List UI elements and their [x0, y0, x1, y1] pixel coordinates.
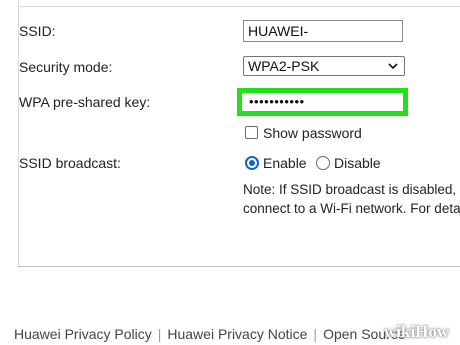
- security-mode-select[interactable]: WPA2-PSK: [243, 56, 405, 76]
- ssid-label: SSID:: [19, 23, 56, 39]
- show-password-label[interactable]: Show password: [263, 125, 362, 141]
- footer-separator: |: [313, 326, 318, 342]
- security-mode-value: WPA2-PSK: [248, 58, 320, 74]
- chevron-down-icon: [388, 63, 398, 70]
- top-divider: [18, 6, 460, 7]
- note-line-1: Note: If SSID broadcast is disabled,: [243, 182, 457, 197]
- psk-masked-value: •••••••••••: [249, 94, 305, 109]
- psk-label: WPA pre-shared key:: [19, 94, 151, 110]
- enable-radio[interactable]: [245, 156, 259, 170]
- security-mode-label: Security mode:: [19, 59, 113, 75]
- bottom-divider: [18, 266, 460, 267]
- footer-links: Huawei Privacy Policy | Huawei Privacy Not…: [14, 326, 406, 342]
- wikihow-watermark: wikiHow: [384, 322, 450, 341]
- note-line-2: connect to a Wi-Fi network. For deta: [243, 201, 460, 216]
- privacy-notice-link[interactable]: Huawei Privacy Notice: [167, 326, 307, 342]
- privacy-policy-link[interactable]: Huawei Privacy Policy: [14, 326, 152, 342]
- footer-separator: |: [157, 326, 162, 342]
- ssid-input[interactable]: HUAWEI-: [243, 20, 403, 42]
- ssid-broadcast-label: SSID broadcast:: [19, 155, 121, 171]
- left-border: [18, 0, 19, 268]
- broadcast-note: Note: If SSID broadcast is disabled, con…: [243, 180, 460, 218]
- psk-input[interactable]: •••••••••••: [237, 88, 408, 116]
- show-password-checkbox[interactable]: [245, 126, 258, 139]
- disable-label[interactable]: Disable: [334, 155, 381, 171]
- disable-radio[interactable]: [316, 156, 330, 170]
- enable-label[interactable]: Enable: [263, 155, 307, 171]
